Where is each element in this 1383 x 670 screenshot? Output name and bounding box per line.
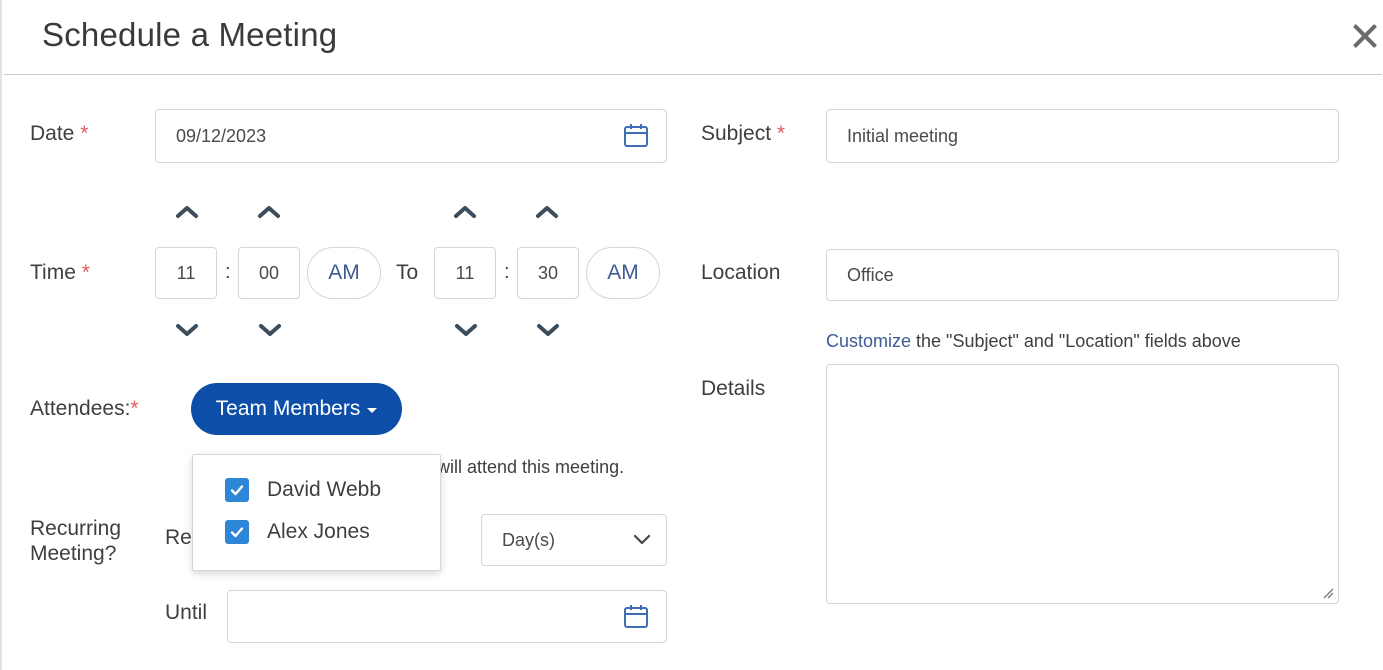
required-marker: *: [130, 397, 139, 420]
end-minute-down-icon[interactable]: [533, 321, 563, 341]
date-input[interactable]: 09/12/2023: [155, 109, 606, 163]
team-members-dropdown-button[interactable]: Team Members: [191, 383, 402, 435]
recurring-label-line2: Meeting?: [30, 542, 117, 565]
attendee-option-david-webb[interactable]: David Webb: [225, 478, 381, 502]
start-hour-value: 11: [176, 262, 196, 283]
team-members-button-label: Team Members: [215, 397, 361, 420]
time-to-label: To: [396, 261, 419, 284]
customize-hint: Customize the "Subject" and "Location" f…: [826, 331, 1241, 352]
date-label: Date *: [30, 122, 88, 146]
repeat-unit-select[interactable]: Day(s): [481, 514, 667, 566]
start-hour-input[interactable]: 11: [155, 247, 217, 299]
attendee-option-label: Alex Jones: [267, 520, 370, 543]
repeat-unit-value: Day(s): [502, 529, 555, 550]
date-label-text: Date: [30, 122, 75, 145]
start-minute-down-icon[interactable]: [255, 321, 285, 341]
until-calendar-button[interactable]: [605, 590, 667, 643]
checkbox-checked-icon[interactable]: [225, 520, 249, 544]
end-ampm-toggle[interactable]: AM: [586, 247, 660, 299]
recurring-label: Recurring Meeting?: [30, 516, 121, 566]
subject-input[interactable]: Initial meeting: [826, 109, 1339, 163]
end-minute-input[interactable]: 30: [517, 247, 579, 299]
until-date-input[interactable]: [227, 590, 606, 643]
start-minute-value: 00: [258, 262, 280, 283]
calendar-icon: [623, 604, 648, 628]
details-label: Details: [701, 377, 766, 400]
start-ampm-value: AM: [328, 261, 360, 284]
customize-hint-text: the "Subject" and "Location" fields abov…: [911, 331, 1241, 351]
required-marker: *: [81, 261, 90, 284]
end-minute-value: 30: [537, 262, 559, 283]
end-ampm-value: AM: [607, 261, 639, 284]
required-marker: *: [776, 122, 786, 145]
required-marker: *: [80, 122, 89, 145]
close-icon[interactable]: [1351, 22, 1379, 50]
end-hour-input[interactable]: 11: [434, 247, 496, 299]
time-label: Time *: [30, 261, 90, 285]
dialog-left-border: [0, 0, 2, 670]
end-minute-up-icon[interactable]: [532, 201, 562, 221]
start-ampm-toggle[interactable]: AM: [307, 247, 381, 299]
team-members-dropdown-menu: David Webb Alex Jones: [192, 454, 441, 571]
location-label: Location: [701, 261, 781, 284]
chevron-down-icon: [633, 534, 651, 545]
date-calendar-button[interactable]: [605, 109, 667, 163]
start-hour-down-icon[interactable]: [172, 321, 202, 341]
start-hour-up-icon[interactable]: [172, 201, 202, 221]
end-hour-up-icon[interactable]: [450, 201, 480, 221]
dialog-title: Schedule a Meeting: [42, 16, 338, 53]
time-label-text: Time: [30, 261, 76, 284]
checkbox-checked-icon[interactable]: [225, 478, 249, 502]
time-separator: :: [504, 261, 510, 283]
resize-handle-icon[interactable]: [1322, 587, 1334, 599]
start-minute-up-icon[interactable]: [254, 201, 284, 221]
subject-input-value: Initial meeting: [847, 125, 959, 146]
date-input-value: 09/12/2023: [176, 125, 267, 146]
attendees-label: Attendees:*: [30, 397, 139, 421]
subject-label: Subject *: [701, 122, 785, 146]
customize-link[interactable]: Customize: [826, 331, 911, 351]
subject-label-text: Subject: [701, 122, 772, 145]
attendee-option-alex-jones[interactable]: Alex Jones: [225, 520, 370, 544]
start-minute-input[interactable]: 00: [238, 247, 300, 299]
attendee-option-label: David Webb: [267, 478, 382, 501]
caret-down-icon: [367, 408, 378, 413]
location-input-value: Office: [847, 264, 894, 285]
header-divider: [4, 74, 1382, 75]
end-hour-value: 11: [455, 262, 475, 283]
details-textarea[interactable]: [826, 364, 1339, 604]
time-separator: :: [225, 261, 231, 283]
attendees-label-text: Attendees:: [30, 397, 131, 420]
until-label: Until: [165, 601, 208, 624]
attendees-hint: will attend this meeting.: [437, 457, 625, 477]
calendar-icon: [623, 124, 648, 147]
location-input[interactable]: Office: [826, 249, 1339, 301]
recurring-label-line1: Recurring: [30, 517, 122, 540]
end-hour-down-icon[interactable]: [451, 321, 481, 341]
